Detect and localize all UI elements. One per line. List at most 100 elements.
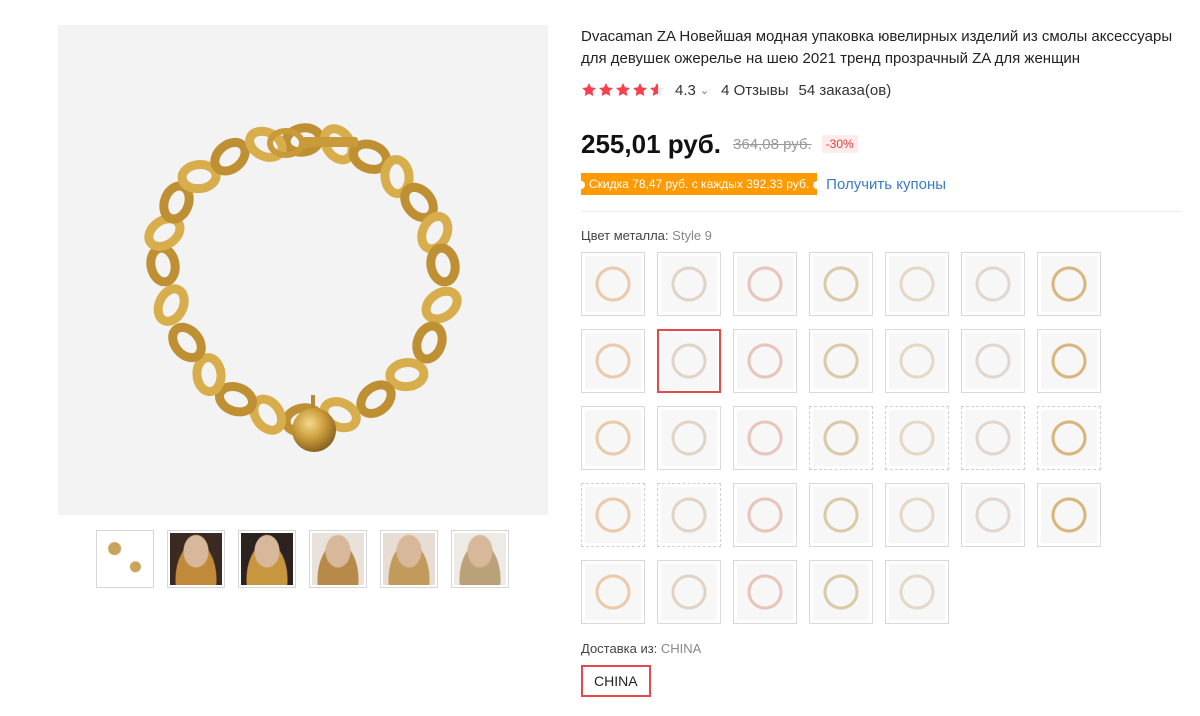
gallery-thumbnail[interactable]	[309, 530, 367, 588]
sku-option[interactable]	[961, 329, 1025, 393]
sku-option-thumbnail	[813, 256, 869, 312]
main-product-image[interactable]	[58, 25, 548, 515]
sku-property-title: Цвет металла:	[581, 228, 669, 243]
sku-option-thumbnail	[965, 487, 1021, 543]
sku-option[interactable]	[1037, 252, 1101, 316]
chain-link	[153, 284, 189, 326]
shipping-selected-value: CHINA	[660, 641, 702, 656]
sku-option[interactable]	[581, 329, 645, 393]
sku-option[interactable]	[809, 406, 873, 470]
sku-option[interactable]	[733, 329, 797, 393]
sku-option-thumbnail	[737, 410, 793, 466]
divider	[581, 211, 1181, 212]
sku-option-thumbnail	[965, 256, 1021, 312]
sku-option-thumbnail	[813, 564, 869, 620]
gallery-thumbnail[interactable]	[96, 530, 154, 588]
sku-option-thumbnail	[585, 256, 641, 312]
shipping-option-china[interactable]: CHINA	[581, 665, 651, 697]
sku-option-thumbnail	[661, 487, 717, 543]
sku-option[interactable]	[657, 483, 721, 547]
sku-option[interactable]	[885, 329, 949, 393]
sku-option-thumbnail	[965, 410, 1021, 466]
sku-option[interactable]	[733, 483, 797, 547]
sku-option[interactable]	[657, 329, 721, 393]
rating-value[interactable]: 4.3	[675, 82, 696, 99]
sku-option[interactable]	[733, 406, 797, 470]
star-half-icon	[650, 83, 664, 96]
thumbnail-photo	[99, 533, 151, 585]
sku-option[interactable]	[885, 560, 949, 624]
sku-option-thumbnail	[889, 333, 945, 389]
shipping-title: Доставка из:	[581, 641, 658, 656]
sku-option-thumbnail	[661, 333, 717, 389]
gallery-thumbnail[interactable]	[167, 530, 225, 588]
sku-option[interactable]	[885, 252, 949, 316]
sku-option[interactable]	[885, 406, 949, 470]
sku-option-thumbnail	[737, 256, 793, 312]
gallery-thumbnail[interactable]	[238, 530, 296, 588]
coupon-row: Скидка 78,47 руб. с каждых 392,33 руб. П…	[576, 172, 1181, 196]
sku-option-thumbnail	[889, 256, 945, 312]
thumbnail-strip	[96, 530, 509, 588]
chain-link	[146, 243, 180, 287]
sku-option[interactable]	[657, 560, 721, 624]
rating-stars	[581, 82, 665, 98]
sku-option-thumbnail	[585, 333, 641, 389]
chain-link	[210, 137, 250, 176]
star-full-icon	[582, 83, 596, 96]
sku-option-thumbnail	[1041, 333, 1097, 389]
sku-option[interactable]	[809, 560, 873, 624]
sku-option-thumbnail	[737, 564, 793, 620]
chain-link	[356, 380, 396, 418]
sku-option[interactable]	[733, 560, 797, 624]
chain-link	[421, 286, 462, 324]
chevron-down-icon[interactable]: ⌄	[700, 84, 709, 97]
sku-option[interactable]	[581, 252, 645, 316]
sku-option[interactable]	[885, 483, 949, 547]
sku-option-thumbnail	[585, 410, 641, 466]
gallery-thumbnail[interactable]	[380, 530, 438, 588]
thumbnail-photo	[312, 533, 364, 585]
reviews-link[interactable]: 4 Отзывы	[721, 82, 788, 99]
sku-option[interactable]	[809, 252, 873, 316]
sku-option-thumbnail	[1041, 256, 1097, 312]
sku-option-thumbnail	[585, 564, 641, 620]
sku-option[interactable]	[961, 406, 1025, 470]
chain-link	[192, 353, 226, 397]
sku-option[interactable]	[809, 329, 873, 393]
get-coupons-link[interactable]: Получить купоны	[826, 176, 946, 193]
orders-count: 54 заказа(ов)	[798, 81, 892, 99]
sku-option[interactable]	[733, 252, 797, 316]
sku-option-thumbnail	[813, 410, 869, 466]
product-title: Dvacaman ZA Новейшая модная упаковка юве…	[581, 28, 1173, 67]
sku-selected-value: Style 9	[672, 228, 712, 243]
sku-option[interactable]	[1037, 406, 1101, 470]
sku-option[interactable]	[961, 483, 1025, 547]
gold-chain-necklace-image	[144, 123, 462, 452]
sku-option-thumbnail	[737, 487, 793, 543]
sku-options-grid	[581, 252, 1121, 624]
coupon-badge: Скидка 78,47 руб. с каждых 392,33 руб.	[576, 173, 822, 195]
sku-option[interactable]	[581, 406, 645, 470]
price-row: 255,01 руб. 364,08 руб. -30%	[581, 127, 1181, 161]
sku-option-thumbnail	[661, 410, 717, 466]
sku-option[interactable]	[657, 252, 721, 316]
sku-option-thumbnail	[813, 487, 869, 543]
thumbnail-photo	[454, 533, 506, 585]
thumbnail-photo	[170, 533, 222, 585]
sku-option[interactable]	[1037, 483, 1101, 547]
sku-option[interactable]	[581, 560, 645, 624]
sku-option-thumbnail	[737, 333, 793, 389]
sku-property-label: Цвет металла: Style 9	[581, 228, 1181, 243]
product-info: Dvacaman ZA Новейшая модная упаковка юве…	[576, 26, 1181, 697]
sku-option[interactable]	[581, 483, 645, 547]
chain-link	[385, 358, 429, 392]
sku-option[interactable]	[961, 252, 1025, 316]
sku-option[interactable]	[1037, 329, 1101, 393]
chain-link	[168, 322, 206, 363]
sku-option-thumbnail	[661, 564, 717, 620]
sku-option-thumbnail	[889, 564, 945, 620]
gallery-thumbnail[interactable]	[451, 530, 509, 588]
sku-option[interactable]	[657, 406, 721, 470]
sku-option[interactable]	[809, 483, 873, 547]
